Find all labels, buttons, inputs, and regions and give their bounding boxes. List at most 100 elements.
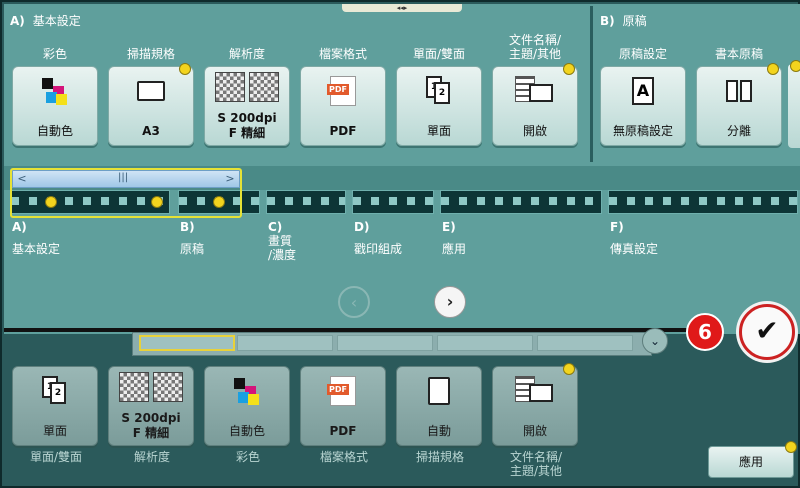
nav-text: 基本設定 [12, 242, 61, 256]
page-prev-button[interactable]: ‹ [338, 286, 370, 318]
nav-text: 畫質 /濃度 [268, 234, 297, 262]
top-indicator: ◂◂▸ [396, 4, 408, 12]
pdf-icon: PDF [327, 376, 356, 406]
label-scan-size: 掃描規格 [126, 47, 175, 61]
doc-name-tile[interactable]: 開啟 [492, 63, 578, 146]
strip-cell[interactable] [337, 335, 433, 351]
bottom-color-tile[interactable]: 自動色 [204, 366, 290, 446]
nav-label-basic[interactable]: A) 基本設定 [12, 220, 60, 256]
chevron-left-icon: ‹ [350, 293, 358, 312]
duplex-tile[interactable]: 12 單面 [396, 66, 482, 146]
book-original-value: 分離 [726, 124, 751, 138]
nav-label-stamp[interactable]: D) 戳印組成 [354, 220, 402, 256]
file-format-value: PDF [329, 124, 357, 138]
scan-size-value: A3 [142, 124, 160, 138]
apply-button[interactable]: 應用 [708, 441, 797, 478]
nav-segment-fax[interactable] [608, 190, 798, 214]
modified-indicator [767, 63, 779, 75]
scan-size-tile[interactable]: A3 [108, 63, 194, 146]
chevron-down-icon: ⌄ [649, 334, 661, 348]
duplex-value: 單面 [426, 124, 451, 138]
bottom-duplex-tile[interactable]: 12 單面 [12, 366, 98, 446]
section-basic-label: 基本設定 [32, 14, 81, 28]
bottom-label-resolution: 解析度 [133, 450, 170, 464]
nav-text: 原稿 [180, 242, 205, 256]
nav-text: 應用 [442, 242, 467, 256]
resolution-icon [119, 372, 149, 402]
next-tile-edge[interactable] [788, 60, 800, 148]
doc-name-value: 開啟 [522, 124, 547, 138]
page-next-button[interactable]: › [434, 286, 466, 318]
paper-size-icon [428, 377, 450, 405]
bottom-file-format-tile[interactable]: PDF PDF [300, 366, 386, 446]
section-original-title: B) 原稿 [600, 12, 647, 29]
duplex-icon: 12 [424, 76, 454, 106]
confirm-button[interactable]: ✔ [739, 304, 795, 360]
nav-segment-application[interactable] [440, 190, 602, 214]
chevron-right-icon: › [446, 292, 454, 311]
nav-prefix: D) [354, 220, 370, 234]
label-doc-name: 文件名稱/ 主題/其他 [508, 33, 562, 61]
nav-segment-image-quality[interactable] [266, 190, 346, 214]
bottom-color-value: 自動色 [228, 424, 265, 438]
document-mail-icon [515, 376, 555, 406]
modified-indicator [785, 441, 797, 453]
section-divider [590, 6, 593, 162]
scroll-viewport-frame [10, 168, 242, 218]
bottom-resolution-value: S 200dpi F 精細 [121, 411, 181, 440]
strip-cell[interactable] [237, 335, 333, 351]
resolution-value: S 200dpi F 精細 [217, 111, 277, 140]
nav-label-image-quality[interactable]: C) 畫質 /濃度 [268, 220, 296, 262]
bottom-label-color: 彩色 [235, 450, 260, 464]
modified-indicator [563, 63, 575, 75]
nav-label-original[interactable]: B) 原稿 [180, 220, 204, 256]
bottom-duplex-value: 單面 [42, 424, 67, 438]
nav-text: 傳真設定 [610, 242, 659, 256]
nav-segment-stamp[interactable] [352, 190, 434, 214]
original-setting-value: 無原稿設定 [612, 124, 673, 138]
section-basic-title: A) 基本設定 [10, 12, 81, 29]
original-setting-icon: A [632, 77, 654, 105]
file-format-tile[interactable]: PDF PDF [300, 66, 386, 146]
resolution-tile[interactable]: S 200dpi F 精細 [204, 66, 290, 146]
current-settings-strip[interactable] [132, 332, 652, 356]
nav-prefix: C) [268, 220, 283, 234]
bottom-doc-name-value: 開啟 [522, 424, 547, 438]
book-original-tile[interactable]: 分離 [696, 63, 782, 146]
bottom-resolution-tile[interactable]: S 200dpi F 精細 [108, 366, 194, 446]
resolution-icon [153, 372, 183, 402]
apply-label: 應用 [738, 455, 763, 469]
pdf-icon: PDF [327, 76, 356, 106]
original-setting-tile[interactable]: A 無原稿設定 [600, 66, 686, 146]
nav-label-application[interactable]: E) 應用 [442, 220, 466, 256]
step-badge: 6 [686, 313, 724, 351]
section-original-prefix: B) [600, 14, 615, 28]
bottom-label-scan-size: 掃描規格 [415, 450, 464, 464]
nav-label-fax[interactable]: F) 傳真設定 [610, 220, 658, 256]
paper-size-icon [137, 81, 165, 101]
strip-cell[interactable] [537, 335, 633, 351]
color-tile[interactable]: 自動色 [12, 66, 98, 146]
label-duplex: 單面/雙面 [412, 47, 466, 61]
modified-indicator [790, 60, 800, 72]
top-handle[interactable]: ◂◂▸ [342, 4, 462, 12]
color-icon [40, 76, 70, 106]
screen: ◂◂▸ A) 基本設定 B) 原稿 彩色 掃描規格 解析度 檔案格式 單面/雙面 文… [0, 0, 800, 488]
label-resolution: 解析度 [228, 47, 265, 61]
book-icon [726, 80, 752, 102]
bottom-scan-size-value: 自動 [426, 424, 451, 438]
nav-prefix: B) [180, 220, 195, 234]
bottom-scan-size-tile[interactable]: 自動 [396, 366, 482, 446]
modified-indicator [179, 63, 191, 75]
bottom-doc-name-tile[interactable]: 開啟 [492, 363, 578, 446]
document-mail-icon [515, 76, 555, 106]
section-original-label: 原稿 [622, 14, 647, 28]
section-basic-prefix: A) [10, 14, 25, 28]
label-book-original: 書本原稿 [714, 47, 763, 61]
strip-cell[interactable] [139, 335, 235, 351]
nav-prefix: A) [12, 220, 27, 234]
label-original-setting: 原稿設定 [618, 47, 667, 61]
strip-cell[interactable] [437, 335, 533, 351]
nav-prefix: F) [610, 220, 624, 234]
expand-button[interactable]: ⌄ [642, 328, 668, 354]
